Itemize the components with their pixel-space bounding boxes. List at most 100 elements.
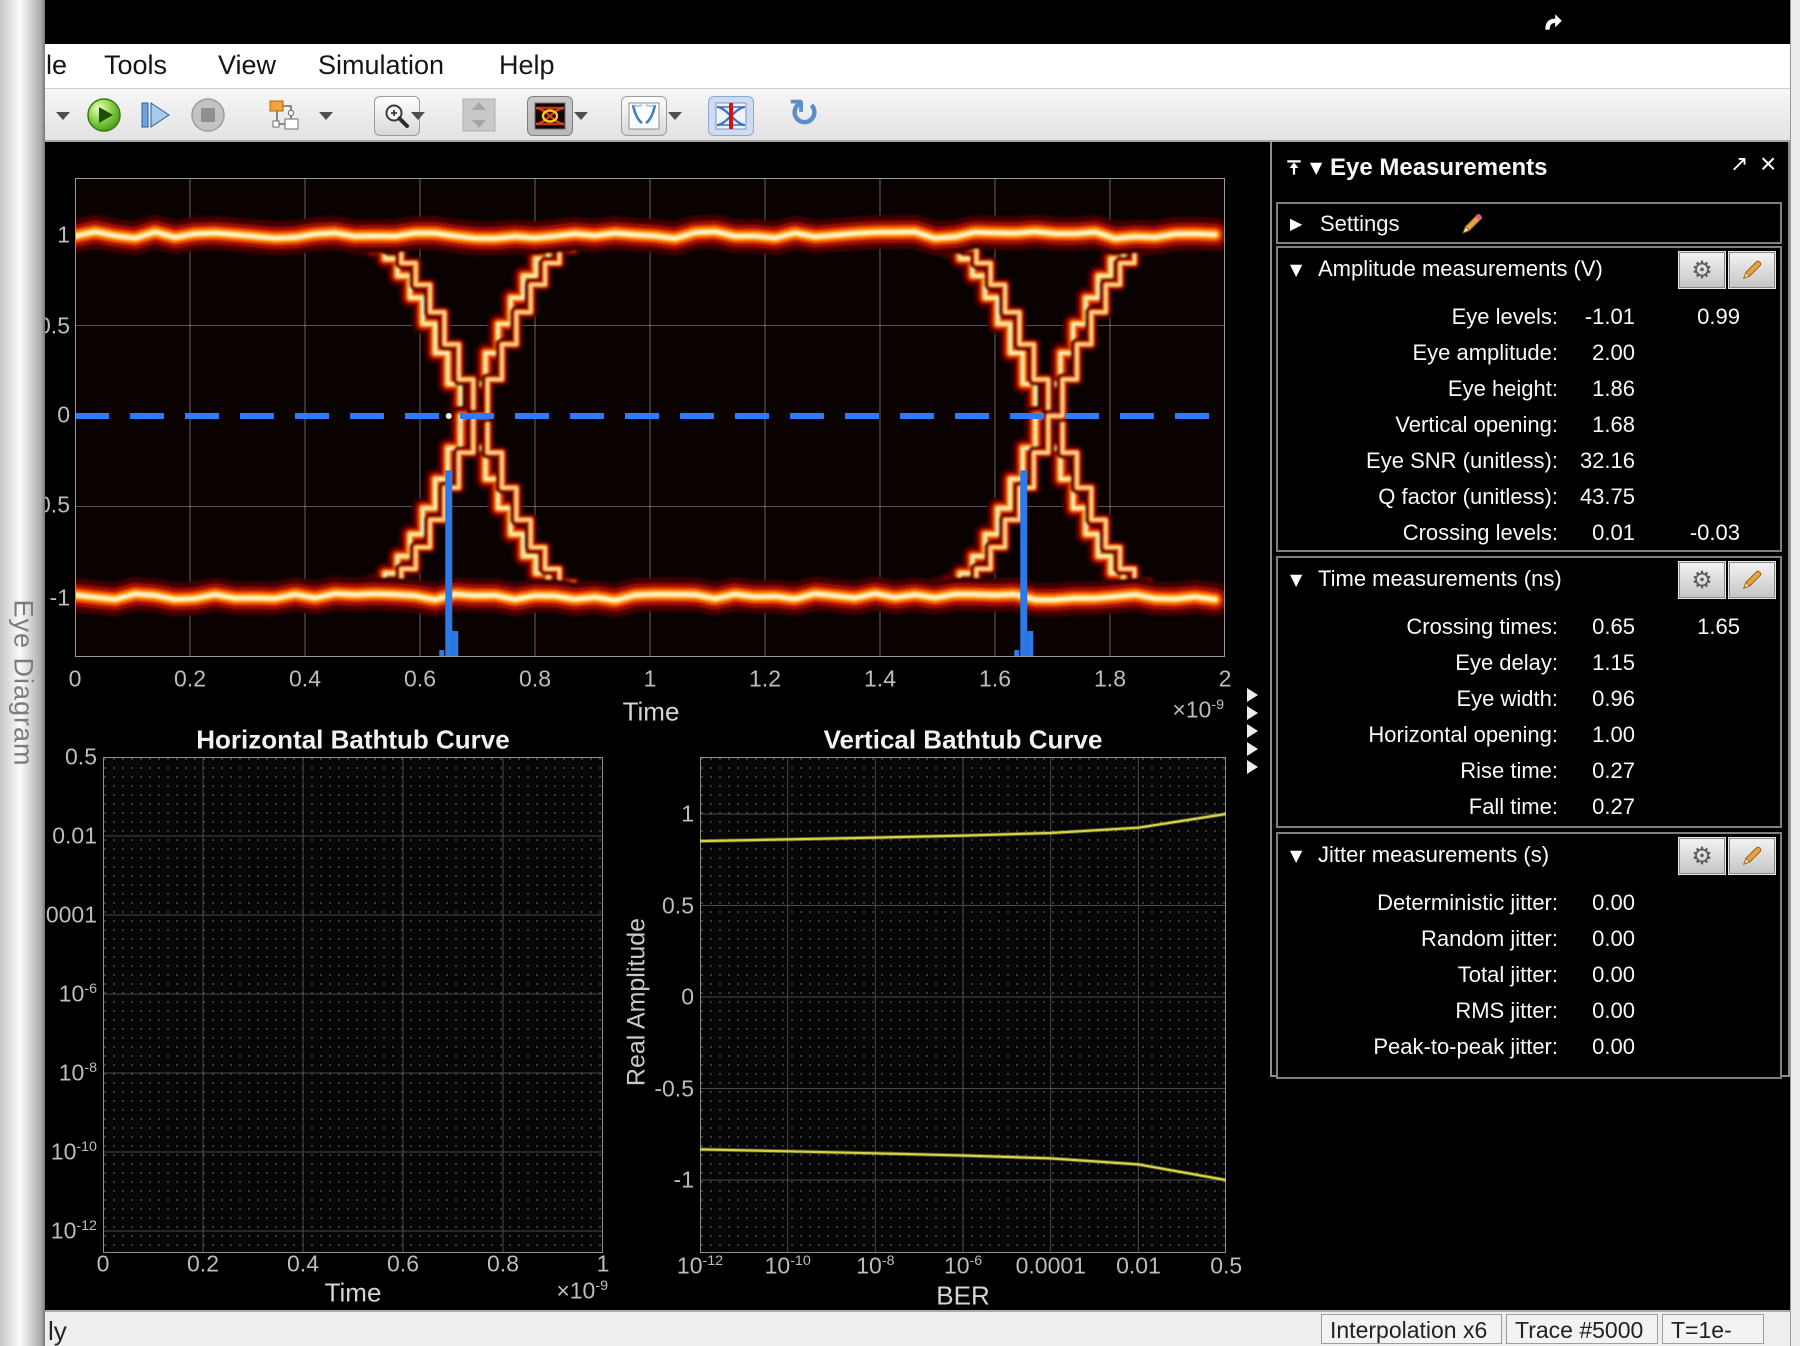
eye-diagram-plot[interactable] — [75, 178, 1225, 657]
status-time: T=1e-05 — [1662, 1314, 1764, 1344]
tick-label: 0.5 — [65, 744, 97, 771]
autoscale-button — [461, 97, 497, 133]
tick-label: 0.01 — [52, 823, 97, 850]
splitter-arrow-icon[interactable] — [1247, 706, 1258, 720]
tick-label: -0.5 — [654, 1075, 694, 1102]
splitter-arrow-icon[interactable] — [1247, 688, 1258, 702]
section-title: Jitter measurements (s) — [1318, 842, 1549, 868]
measurement-row: Random jitter:0.00 — [1278, 926, 1780, 956]
simulink-model-button[interactable] — [267, 98, 301, 132]
measurement-label: Eye amplitude: — [1278, 340, 1558, 366]
sidebar-tab[interactable]: Eye Diagram — [0, 0, 45, 1346]
tick-label: 0.8 — [519, 666, 551, 693]
tick-label: 10-12 — [677, 1253, 723, 1280]
menu-item-simulation[interactable]: Simulation — [318, 50, 444, 81]
pencil-icon — [1741, 259, 1763, 281]
gear-button[interactable]: ⚙ — [1679, 252, 1725, 288]
measurement-section: ▼Amplitude measurements (V)⚙Eye levels:-… — [1276, 246, 1782, 552]
dropdown-caret-icon[interactable] — [411, 112, 425, 120]
eye-xlabel: Time — [623, 697, 680, 728]
refresh-button[interactable]: ↻ — [788, 91, 820, 135]
tick-label: 0.6 — [404, 666, 436, 693]
tick-label: 0.4 — [289, 666, 321, 693]
bathtub-view-button[interactable] — [621, 96, 667, 136]
hbathtub-title: Horizontal Bathtub Curve — [196, 725, 509, 756]
pencil-button[interactable] — [1729, 252, 1775, 288]
tick-label: -1 — [50, 585, 70, 612]
tick-label: 0.5 — [1210, 1253, 1242, 1280]
tick-label: 2 — [1219, 666, 1232, 693]
edit-pencil-icon[interactable] — [1460, 212, 1484, 236]
gear-icon: ⚙ — [1691, 568, 1713, 592]
eye-diagram-view-button[interactable] — [527, 96, 573, 136]
measurement-row: Total jitter:0.00 — [1278, 962, 1780, 992]
tick-label: 0.4 — [287, 1251, 319, 1278]
measurement-label: Q factor (unitless): — [1278, 484, 1558, 510]
measurement-row: Eye delay:1.15 — [1278, 650, 1780, 680]
title-bar — [0, 0, 1800, 44]
splitter-arrow-icon[interactable] — [1247, 760, 1258, 774]
panel-menu-icon[interactable]: ▼ — [1310, 158, 1322, 177]
run-button[interactable] — [86, 97, 122, 133]
settings-section[interactable]: ▶ Settings — [1276, 202, 1782, 244]
collapse-triangle-icon[interactable]: ▼ — [1290, 846, 1302, 865]
measurement-value: 43.75 — [1563, 484, 1635, 510]
measurement-label: Crossing times: — [1278, 614, 1558, 640]
close-icon[interactable]: × — [1760, 148, 1776, 180]
pencil-button[interactable] — [1729, 562, 1775, 598]
measurement-value: -1.01 — [1563, 304, 1635, 330]
stop-button — [190, 97, 226, 133]
measurement-row: Eye levels:-1.010.99 — [1278, 304, 1780, 334]
measurement-label: RMS jitter: — [1278, 998, 1558, 1024]
pin-icon[interactable] — [1284, 158, 1304, 178]
dropdown-caret-icon[interactable] — [668, 112, 682, 120]
expand-triangle-icon[interactable]: ▶ — [1290, 214, 1302, 233]
menu-item-view[interactable]: View — [218, 50, 276, 81]
gear-button[interactable]: ⚙ — [1679, 838, 1725, 874]
window-corner-icon[interactable] — [1542, 12, 1564, 34]
eye-crossing-view-button[interactable] — [708, 96, 754, 136]
horizontal-bathtub-plot[interactable] — [103, 757, 603, 1253]
measurement-label: Horizontal opening: — [1278, 722, 1558, 748]
dropdown-caret-icon[interactable] — [574, 112, 588, 120]
collapse-triangle-icon[interactable]: ▼ — [1290, 260, 1302, 279]
vbathtub-title: Vertical Bathtub Curve — [824, 725, 1103, 756]
menu-item-le[interactable]: le — [46, 50, 67, 81]
measurement-value: 0.27 — [1563, 758, 1635, 784]
measurement-row: Crossing times:0.651.65 — [1278, 614, 1780, 644]
measurement-value: 0.96 — [1563, 686, 1635, 712]
undock-icon[interactable]: ↗ — [1730, 152, 1748, 177]
splitter-arrow-icon[interactable] — [1247, 742, 1258, 756]
measurement-row: Fall time:0.27 — [1278, 794, 1780, 824]
pencil-button[interactable] — [1729, 838, 1775, 874]
collapse-triangle-icon[interactable]: ▼ — [1290, 570, 1302, 589]
dropdown-caret-icon[interactable] — [319, 112, 333, 120]
menu-item-tools[interactable]: Tools — [104, 50, 167, 81]
tick-label: 10-6 — [59, 981, 97, 1008]
measurement-row: Vertical opening:1.68 — [1278, 412, 1780, 442]
panel-title: Eye Measurements — [1330, 154, 1547, 182]
measurement-row: Eye width:0.96 — [1278, 686, 1780, 716]
window-right-edge — [1790, 0, 1800, 1346]
tick-label: 10-6 — [944, 1253, 982, 1280]
hbathtub-xlabel: Time — [325, 1278, 382, 1309]
measurement-label: Crossing levels: — [1278, 520, 1558, 546]
sidebar-tab-label: Eye Diagram — [7, 599, 38, 766]
step-forward-button[interactable] — [138, 97, 174, 133]
vertical-bathtub-plot[interactable] — [700, 757, 1226, 1253]
measurement-value: 32.16 — [1563, 448, 1635, 474]
tick-label: 1.2 — [749, 666, 781, 693]
measurement-section: ▼Time measurements (ns)⚙Crossing times:0… — [1276, 556, 1782, 828]
gear-button[interactable]: ⚙ — [1679, 562, 1725, 598]
vbathtub-ylabel: Real Amplitude — [623, 918, 652, 1086]
splitter-arrow-icon[interactable] — [1247, 724, 1258, 738]
tick-label: 1.8 — [1094, 666, 1126, 693]
dropdown-caret-icon[interactable] — [56, 112, 70, 120]
tick-label: 0 — [681, 984, 694, 1011]
tick-label: 0 — [57, 402, 70, 429]
measurement-value: 0.00 — [1563, 890, 1635, 916]
measurement-row: Deterministic jitter:0.00 — [1278, 890, 1780, 920]
tick-label: 0 — [97, 1251, 110, 1278]
measurement-value: 0.00 — [1563, 1034, 1635, 1060]
menu-item-help[interactable]: Help — [499, 50, 555, 81]
